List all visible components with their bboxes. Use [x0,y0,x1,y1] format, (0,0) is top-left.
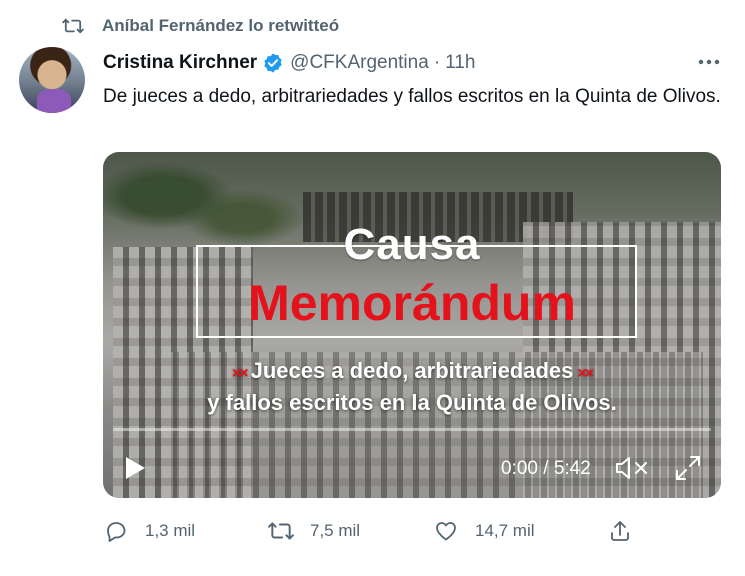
verified-badge-icon [262,52,284,74]
more-options-icon[interactable] [697,50,721,74]
video-subtitle-line1: ×× Jueces a dedo, arbitrariedades ×× [231,358,594,383]
video-player[interactable]: Causa Memorándum ×× Jueces a dedo, arbitr… [103,152,721,498]
reply-icon[interactable] [103,518,129,544]
tweet-actions: 1,3 mil 7,5 mil 14,7 mil [103,516,643,546]
share-action[interactable] [607,516,633,546]
video-time-display: 0:00 / 5:42 [501,458,591,479]
header-separator: · [433,52,441,73]
video-progress-bar[interactable] [113,428,711,431]
retweet-action[interactable]: 7,5 mil [268,516,360,546]
author-name[interactable]: Cristina Kirchner [103,52,257,74]
red-cross-marks: ×× [577,365,594,382]
like-action[interactable]: 14,7 mil [433,516,535,546]
play-icon[interactable] [121,454,149,482]
tweet-text: De jueces a dedo, arbitrariedades y fall… [103,86,721,107]
video-subtitle-line2: y fallos escritos en la Quinta de Olivos… [207,390,617,415]
reply-action[interactable]: 1,3 mil [103,516,195,546]
fullscreen-icon[interactable] [674,454,702,482]
retweet-icon [62,16,86,36]
retweet-header: Aníbal Fernández lo retwitteó [62,12,339,40]
heart-icon[interactable] [433,518,459,544]
author-handle[interactable]: @CFKArgentina [290,52,429,74]
avatar[interactable] [19,47,85,113]
like-count: 14,7 mil [475,521,535,540]
retweet-header-text[interactable]: Aníbal Fernández lo retwitteó [102,16,339,36]
tweet-header: Cristina Kirchner @CFKArgentina · 11h [103,50,475,76]
video-title-line2: Memorándum [248,275,576,331]
tweet-time[interactable]: 11h [445,52,475,74]
retweet-icon[interactable] [268,518,294,544]
retweet-count: 7,5 mil [310,521,361,540]
video-title-line1: Causa [343,220,481,269]
muted-speaker-icon[interactable] [614,454,650,482]
share-icon[interactable] [607,518,633,544]
red-cross-marks: ×× [231,365,249,382]
reply-count: 1,3 mil [145,521,196,540]
